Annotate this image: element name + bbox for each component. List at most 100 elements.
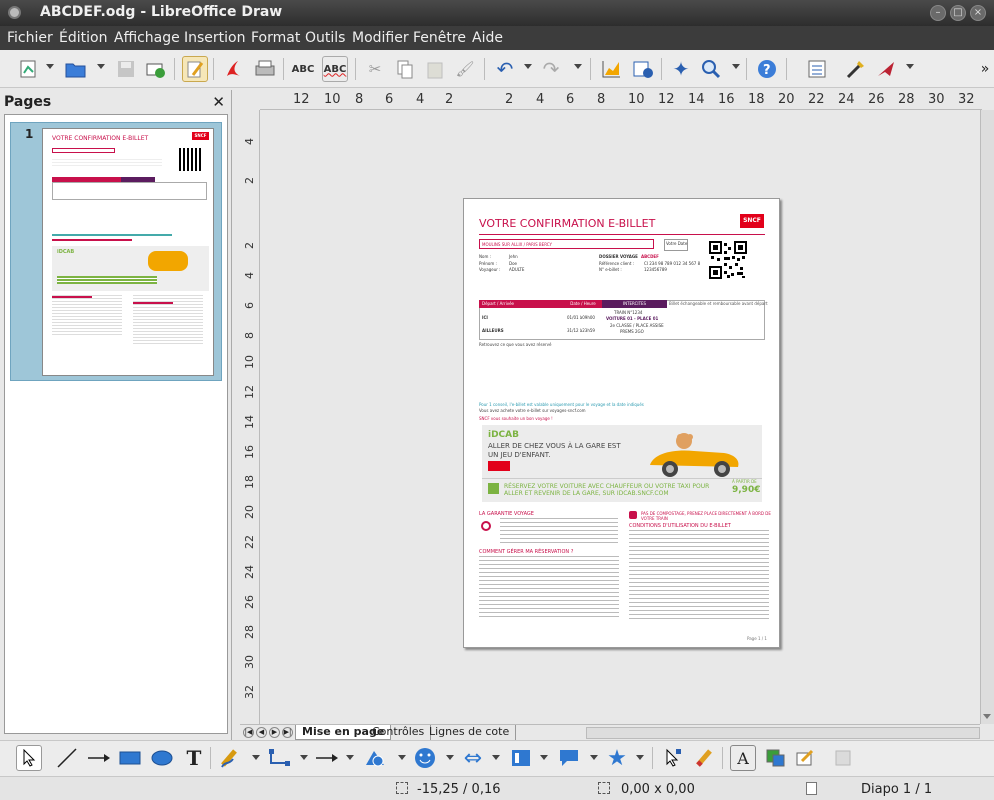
v-ruler-tick-label: 28 xyxy=(243,625,256,639)
block-arrows-icon[interactable]: ⇔ xyxy=(460,745,486,771)
callouts-icon[interactable] xyxy=(556,745,582,771)
compostage-icon xyxy=(629,511,637,519)
page-number: 1 xyxy=(25,127,34,141)
line-tool-icon[interactable] xyxy=(54,745,80,771)
ellipse-tool-icon[interactable] xyxy=(149,745,175,771)
flowchart-icon[interactable] xyxy=(508,745,534,771)
prev-tab-icon[interactable]: ◀ xyxy=(256,727,267,738)
menu-modifier[interactable]: Modifier xyxy=(352,30,409,46)
points-edit-icon[interactable] xyxy=(660,745,686,771)
menu-edition[interactable]: Édition xyxy=(59,30,107,46)
app-icon[interactable] xyxy=(8,6,21,19)
toggle-extrusion-icon[interactable] xyxy=(830,745,856,771)
fontwork-icon[interactable]: A xyxy=(730,745,756,771)
arrow-line-tool-icon[interactable] xyxy=(86,745,112,771)
edit-mode-icon[interactable] xyxy=(182,56,208,82)
paste-icon[interactable] xyxy=(422,56,448,82)
v-ruler-tick-label: 10 xyxy=(243,355,256,369)
chart-icon[interactable] xyxy=(598,56,624,82)
close-window-button[interactable]: × xyxy=(970,5,986,21)
connector-tool-icon[interactable] xyxy=(266,745,292,771)
document-modified-icon[interactable] xyxy=(806,782,817,795)
undo-icon[interactable]: ↶ xyxy=(492,56,518,82)
maximize-button[interactable]: □ xyxy=(950,5,966,21)
print-icon[interactable] xyxy=(252,56,278,82)
menu-outils[interactable]: Outils xyxy=(305,30,345,46)
object-size: 0,00 x 0,00 xyxy=(621,782,695,797)
date-arrivee: 31/12 à23h59 xyxy=(567,328,595,333)
first-tab-icon[interactable]: |◀ xyxy=(243,727,254,738)
tab-controles[interactable]: Contrôles xyxy=(366,725,432,740)
train-number: TRAIN N°1234 xyxy=(614,310,643,315)
save-icon[interactable] xyxy=(113,56,139,82)
v-ruler-tick-label: 8 xyxy=(243,332,256,339)
select-tool-icon[interactable] xyxy=(16,745,42,771)
zoom-icon[interactable] xyxy=(698,56,724,82)
position-icon xyxy=(396,782,408,794)
drawing-canvas[interactable]: VOTRE CONFIRMATION E-BILLET SNCF MOULINS… xyxy=(261,110,980,724)
autospellcheck-icon[interactable]: ABC xyxy=(322,56,348,82)
last-tab-icon[interactable]: ▶| xyxy=(282,727,293,738)
new-document-icon[interactable] xyxy=(16,56,42,82)
symbol-shapes-icon[interactable] xyxy=(412,745,438,771)
open-folder-icon[interactable] xyxy=(63,56,89,82)
menu-insertion[interactable]: Insertion xyxy=(184,30,245,46)
vertical-ruler[interactable]: 2 4 6 8 10 12 14 16 18 20 22 24 26 28 30 32 xyxy=(240,215,260,725)
gallery-icon[interactable] xyxy=(842,56,868,82)
text-tool-icon[interactable]: T xyxy=(181,745,207,771)
glue-points-icon[interactable] xyxy=(692,745,718,771)
vertical-scrollbar[interactable] xyxy=(980,110,994,724)
spellcheck-icon[interactable]: ABC xyxy=(290,56,316,82)
horizontal-ruler[interactable]: 12 10 8 6 4 2 2 4 6 8 10 12 14 16 18 20 22 24 26 28 30 32 xyxy=(260,90,982,110)
v-ruler-tick-label: 22 xyxy=(243,535,256,549)
next-tab-icon[interactable]: ▶ xyxy=(269,727,280,738)
pages-panel: Pages ✕ 1 VOTRE CONFIRMATION E-BILLET SN… xyxy=(0,90,232,740)
stars-icon[interactable]: ★ xyxy=(604,745,630,771)
page-footer: Page 1 / 1 xyxy=(747,636,767,641)
size-icon xyxy=(598,782,610,794)
v-ruler-tick-label: 18 xyxy=(243,475,256,489)
h-ruler-tick-label: 28 xyxy=(898,92,915,107)
title-bar: ABCDEF.odg - LibreOffice Draw – □ × xyxy=(0,0,994,26)
close-pages-panel-icon[interactable]: ✕ xyxy=(212,93,225,111)
qr-code xyxy=(709,241,747,279)
page-thumbnail-1[interactable]: 1 VOTRE CONFIRMATION E-BILLET SNCF iDCAB xyxy=(10,122,222,381)
basic-shapes-icon[interactable] xyxy=(362,745,388,771)
horizontal-scrollbar[interactable] xyxy=(586,727,980,739)
copy-icon[interactable] xyxy=(392,56,418,82)
voiture-place: VOITURE 01 - PLACE 01 xyxy=(606,316,659,321)
email-icon[interactable] xyxy=(143,56,169,82)
toolbar-overflow-icon[interactable]: » xyxy=(972,56,994,82)
redo-icon[interactable]: ↷ xyxy=(538,56,564,82)
ruler-corner xyxy=(238,90,260,110)
menu-affichage[interactable]: Affichage xyxy=(114,30,180,46)
lines-arrows-tool-icon[interactable] xyxy=(314,745,340,771)
note-reservation: Retrouvez ce que vous avez réservé xyxy=(479,342,552,347)
menu-fenetre[interactable]: Fenêtre xyxy=(413,30,466,46)
extrusion-icon[interactable] xyxy=(792,745,818,771)
document-page[interactable]: VOTRE CONFIRMATION E-BILLET SNCF MOULINS… xyxy=(463,198,780,648)
export-pdf-icon[interactable] xyxy=(220,56,246,82)
drawing-toolbar: T ⇔ ★ A xyxy=(0,740,994,776)
curve-tool-icon[interactable] xyxy=(218,745,244,771)
h-ruler-tick-label: 32 xyxy=(958,92,975,107)
cut-icon[interactable]: ✂ xyxy=(362,56,388,82)
insert-object-icon[interactable] xyxy=(630,56,656,82)
menu-fichier[interactable]: Fichier xyxy=(7,30,53,46)
insert-image-icon[interactable] xyxy=(762,745,788,771)
tab-lignes-de-cote[interactable]: Lignes de cote xyxy=(423,725,517,740)
extension-icon[interactable] xyxy=(873,56,899,82)
menu-format[interactable]: Format xyxy=(251,30,300,46)
minimize-button[interactable]: – xyxy=(930,5,946,21)
h-ruler-tick-label: 18 xyxy=(748,92,765,107)
clone-formatting-icon[interactable]: 🖌 xyxy=(452,56,478,82)
help-icon[interactable]: ? xyxy=(754,56,780,82)
h-ruler-tick-label: 24 xyxy=(838,92,855,107)
menu-aide[interactable]: Aide xyxy=(472,30,503,46)
rectangle-tool-icon[interactable] xyxy=(117,745,143,771)
ref-label: Référence client : xyxy=(599,261,635,266)
garantie-title: LA GARANTIE VOYAGE xyxy=(479,511,534,517)
status-bar: -15,25 / 0,16 0,00 x 0,00 Diapo 1 / 1 xyxy=(0,776,994,800)
navigator-icon[interactable] xyxy=(804,56,830,82)
points-icon[interactable]: ✦ xyxy=(668,56,694,82)
